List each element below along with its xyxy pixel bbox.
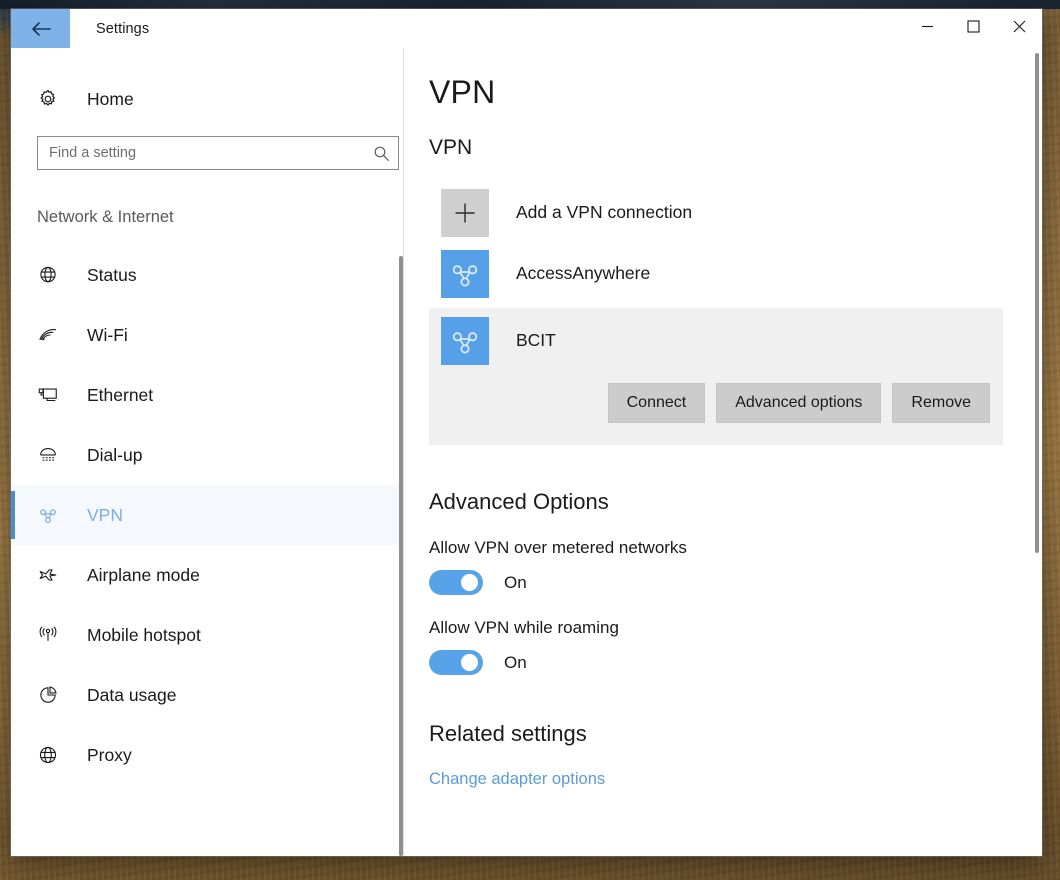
globe-icon [37,744,63,766]
ethernet-icon [37,384,63,406]
option-toggle-row: On [429,650,1042,675]
sidebar-item-label: Mobile hotspot [87,624,201,645]
vpn-list: Add a VPN connection AccessAnywhere BCIT… [429,182,1042,445]
window-title: Settings [96,20,150,37]
back-button[interactable] [11,9,70,48]
sidebar-item-label: Proxy [87,744,132,765]
page-title: VPN [429,74,496,110]
vpn-connection-row[interactable]: AccessAnywhere [429,243,1042,304]
globe-icon [37,264,63,286]
search-icon[interactable] [364,145,398,162]
close-button[interactable] [996,9,1042,48]
settings-window: Settings Home Find a setting Network & I… [11,9,1042,856]
sidebar-item-dialup[interactable]: Dial-up [11,425,404,485]
maximize-icon [966,19,980,38]
sidebar-item-vpn[interactable]: VPN [11,485,404,545]
metered-networks-toggle[interactable] [429,570,483,595]
dialup-icon [37,444,63,466]
vpn-icon [441,316,489,365]
hotspot-icon [37,624,63,646]
close-icon [1013,20,1026,38]
vpn-section-heading: VPN [429,136,473,159]
content-scrollbar[interactable] [1035,53,1039,553]
airplane-icon [37,564,63,586]
connect-button[interactable]: Connect [607,383,706,423]
sidebar-item-data-usage[interactable]: Data usage [11,665,404,725]
sidebar-item-label: Dial-up [87,444,143,465]
advanced-options-heading: Advanced Options [429,489,609,514]
sidebar-section-title: Network & Internet [37,208,174,226]
vpn-icon [37,504,63,526]
search-box[interactable] [37,136,399,170]
sidebar-item-label: Airplane mode [87,564,200,585]
sidebar-item-status[interactable]: Status [11,245,404,305]
advanced-options-button[interactable]: Advanced options [716,383,882,423]
related-settings-heading: Related settings [429,721,587,746]
change-adapter-options-link[interactable]: Change adapter options [429,770,1042,789]
title-bar: Settings [11,9,1042,48]
window-body: Home Network & Internet [11,48,1042,856]
vpn-connection-name: AccessAnywhere [516,263,651,283]
remove-button[interactable]: Remove [892,383,990,423]
sidebar: Home Network & Internet [11,48,404,856]
option-roaming: Allow VPN while roaming On [429,618,1042,675]
sidebar-item-label: Data usage [87,684,177,705]
sidebar-home-label: Home [87,88,134,109]
vpn-connection-name: BCIT [516,330,556,350]
search-input[interactable] [38,137,364,169]
vpn-connection-row-selected[interactable]: BCIT [429,308,1003,373]
vpn-connection-actions: Connect Advanced options Remove [429,383,1003,423]
pie-chart-icon [37,684,63,706]
gear-icon [37,88,63,110]
sidebar-item-wifi[interactable]: Wi-Fi [11,305,404,365]
add-vpn-connection-label: Add a VPN connection [516,202,693,222]
vpn-icon [441,249,489,298]
sidebar-item-label: Status [87,264,137,285]
wifi-icon [37,324,63,346]
sidebar-item-ethernet[interactable]: Ethernet [11,365,404,425]
plus-icon [441,188,489,237]
main-content: VPN VPN Add a VPN connection AccessAnywh… [404,48,1042,856]
toggle-state-label: On [504,652,527,672]
sidebar-item-label: Ethernet [87,384,154,405]
desktop-top-strip [0,0,1060,9]
option-label: Allow VPN while roaming [429,618,619,637]
option-label: Allow VPN over metered networks [429,538,687,557]
sidebar-item-mobile-hotspot[interactable]: Mobile hotspot [11,605,404,665]
back-arrow-icon [30,20,52,38]
sidebar-nav-list: Status Wi-Fi Ethernet Dial-up VPN Airpla… [11,245,404,785]
maximize-button[interactable] [950,9,996,48]
sidebar-item-proxy[interactable]: Proxy [11,725,404,785]
sidebar-item-home[interactable]: Home [11,77,404,121]
option-toggle-row: On [429,570,1042,595]
minimize-button[interactable] [904,9,950,48]
add-vpn-connection-row[interactable]: Add a VPN connection [429,182,1042,243]
toggle-state-label: On [504,572,527,592]
window-controls [904,9,1042,48]
roaming-toggle[interactable] [429,650,483,675]
toggle-knob [461,654,478,671]
sidebar-item-label: VPN [87,504,123,525]
minimize-icon [921,20,934,38]
option-metered-networks: Allow VPN over metered networks On [429,538,1042,595]
sidebar-item-label: Wi-Fi [87,324,128,345]
vpn-connection-panel-selected: BCIT Connect Advanced options Remove [429,308,1003,445]
sidebar-item-airplane-mode[interactable]: Airplane mode [11,545,404,605]
toggle-knob [461,574,478,591]
